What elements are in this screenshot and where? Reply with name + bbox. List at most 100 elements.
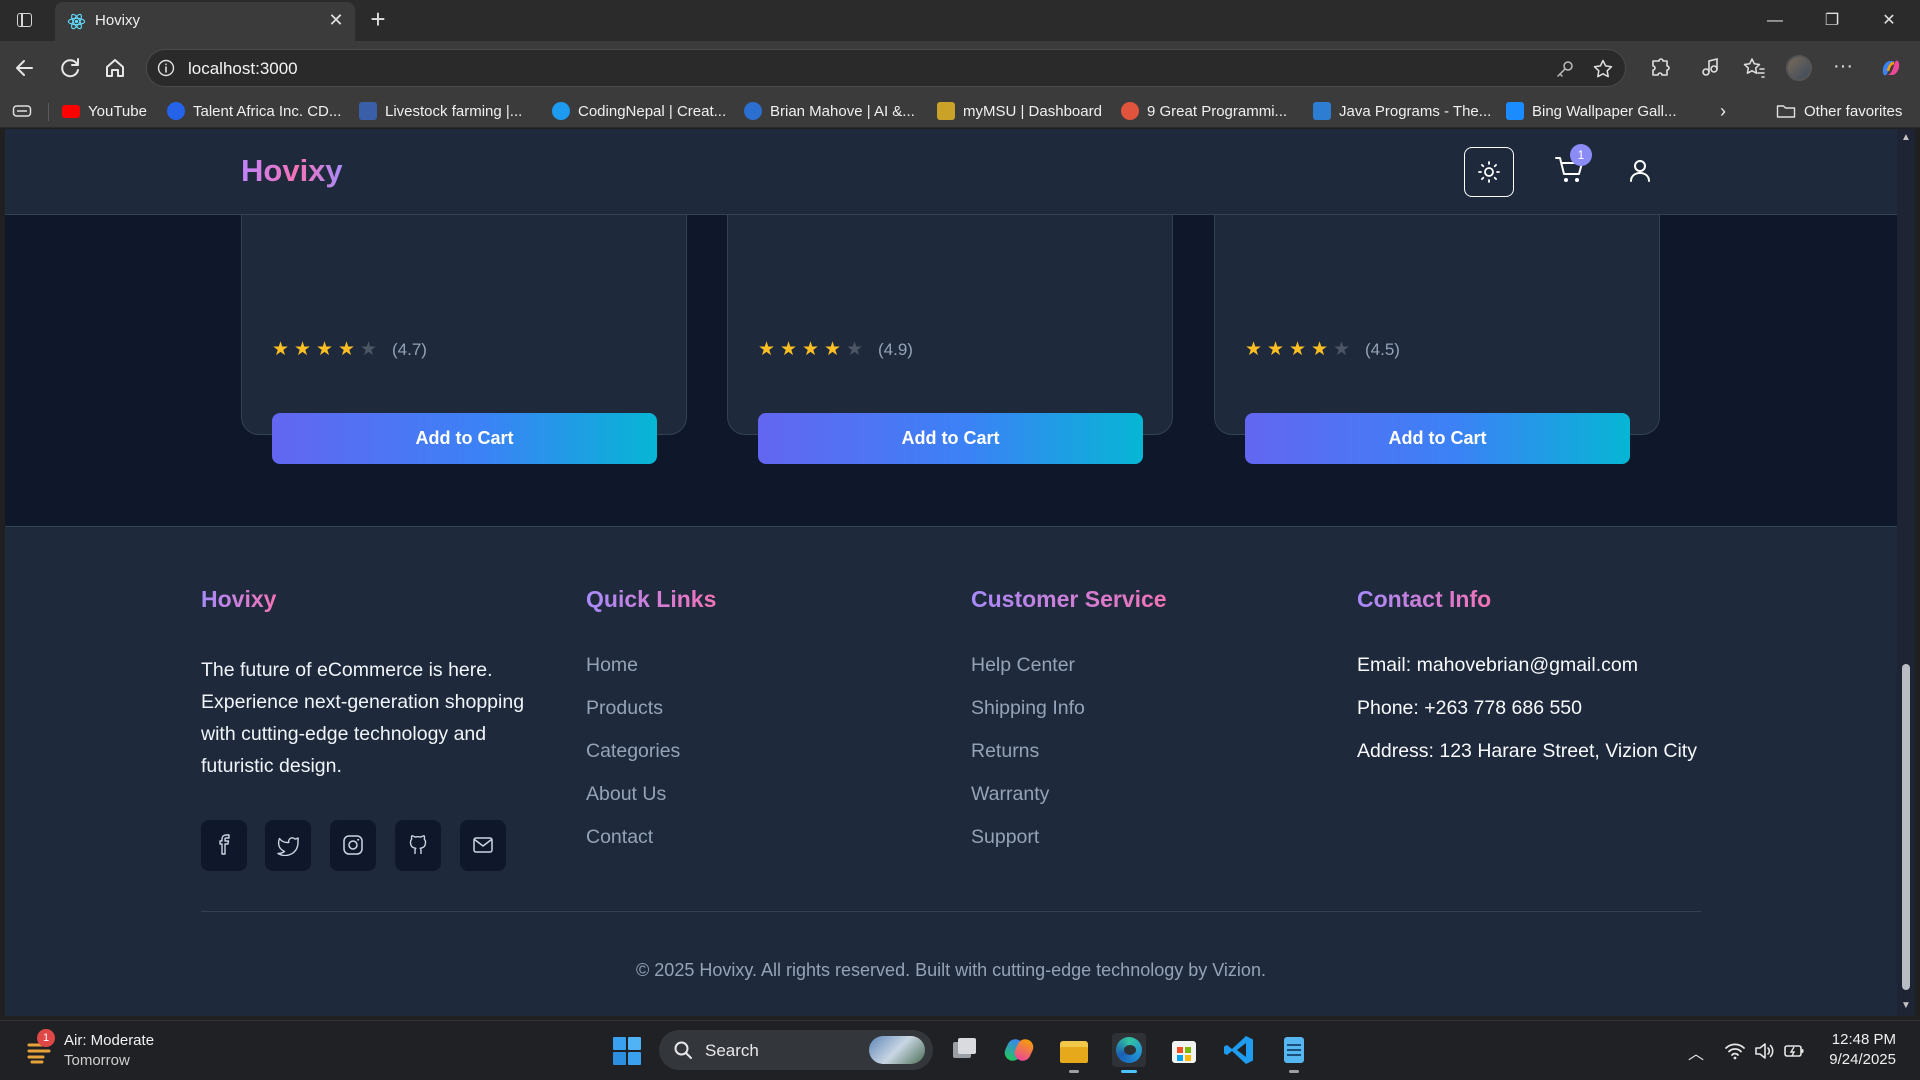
product-rating: ★ ★ ★ ★ ★ (4.9) — [758, 338, 913, 361]
edge-browser-icon[interactable] — [1112, 1033, 1146, 1073]
twitter-button[interactable] — [265, 820, 311, 871]
star-icon: ★ — [824, 339, 842, 360]
folder-icon — [1776, 105, 1796, 118]
bookmark-programming[interactable]: 9 Great Programmi... — [1121, 101, 1287, 121]
footer-link-help-center[interactable]: Help Center — [971, 654, 1085, 697]
bookmark-java-programs[interactable]: Java Programs - The... — [1313, 101, 1491, 121]
refresh-icon[interactable] — [55, 53, 85, 83]
footer-link-products[interactable]: Products — [586, 697, 680, 740]
add-to-cart-button[interactable]: Add to Cart — [272, 413, 657, 464]
footer-link-contact[interactable]: Contact — [586, 826, 680, 869]
wifi-icon[interactable] — [1724, 1040, 1746, 1062]
scrollbar-thumb[interactable] — [1902, 664, 1910, 990]
contact-email: Email: mahovebrian@gmail.com — [1357, 654, 1638, 676]
favorite-star-icon[interactable] — [1592, 58, 1614, 80]
favorites-icon[interactable] — [1741, 55, 1767, 81]
footer-link-about-us[interactable]: About Us — [586, 783, 680, 826]
contact-info: Email: mahovebrian@gmail.com Phone: +263… — [1357, 654, 1707, 783]
product-card: ★ ★ ★ ★ ★ (4.5) Add to Cart — [1214, 189, 1660, 464]
clock-date[interactable]: 9/24/2025 — [1810, 1051, 1896, 1068]
task-view-icon[interactable] — [947, 1033, 981, 1067]
talent-africa-icon — [167, 102, 185, 120]
theme-toggle-button[interactable] — [1464, 147, 1514, 197]
bookmarks-overflow-chevron-icon[interactable]: › — [1720, 101, 1726, 121]
close-window-button[interactable]: ✕ — [1861, 0, 1917, 41]
star-icon: ★ — [1289, 339, 1307, 360]
bookmark-brian-mahove[interactable]: Brian Mahove | AI &... — [744, 101, 915, 121]
home-icon[interactable] — [100, 53, 130, 83]
media-icon[interactable] — [1697, 55, 1723, 81]
page-scrollbar[interactable]: ▲ ▼ — [1897, 129, 1915, 1016]
back-icon[interactable] — [10, 53, 40, 83]
weather-notification-badge: 1 — [37, 1029, 55, 1047]
weather-status[interactable]: Air: Moderate — [64, 1032, 154, 1049]
clock-time[interactable]: 12:48 PM — [1810, 1031, 1896, 1048]
show-hidden-icons-chevron-icon[interactable]: ︿ — [1688, 1040, 1704, 1063]
product-rating: ★ ★ ★ ★ ★ (4.7) — [272, 338, 427, 361]
footer-link-support[interactable]: Support — [971, 826, 1085, 869]
tab-actions-button[interactable] — [10, 8, 38, 32]
weather-subtitle: Tomorrow — [64, 1052, 130, 1069]
bookmark-label: YouTube — [88, 102, 147, 120]
github-button[interactable] — [395, 820, 441, 871]
livestock-icon — [359, 102, 377, 120]
bookmark-mymsu[interactable]: myMSU | Dashboard — [937, 101, 1102, 121]
bookmark-label: CodingNepal | Creat... — [578, 102, 727, 120]
minimize-button[interactable]: — — [1747, 0, 1803, 41]
browser-tab-active[interactable]: Hovixy ✕ — [55, 2, 355, 41]
add-to-cart-button[interactable]: Add to Cart — [758, 413, 1143, 464]
facebook-button[interactable] — [201, 820, 247, 871]
profile-avatar[interactable] — [1786, 55, 1812, 81]
notepad-icon[interactable] — [1277, 1033, 1311, 1073]
key-icon[interactable] — [1554, 58, 1576, 80]
add-to-cart-button[interactable]: Add to Cart — [1245, 413, 1630, 464]
restore-button[interactable]: ❐ — [1804, 0, 1860, 41]
email-button[interactable] — [460, 820, 506, 871]
scroll-down-arrow-icon[interactable]: ▼ — [1900, 1001, 1912, 1011]
bookmark-livestock[interactable]: Livestock farming |... — [359, 101, 522, 121]
address-bar[interactable]: localhost:3000 — [146, 49, 1626, 87]
battery-charging-icon[interactable] — [1783, 1040, 1805, 1062]
more-options-icon[interactable]: ··· — [1830, 55, 1856, 81]
reading-list-icon[interactable] — [12, 103, 32, 119]
footer-link-returns[interactable]: Returns — [971, 740, 1085, 783]
bookmark-label: Java Programs - The... — [1339, 102, 1492, 120]
volume-icon[interactable] — [1753, 1040, 1775, 1062]
site-info-icon[interactable] — [157, 59, 175, 77]
github-icon — [409, 835, 427, 854]
bookmark-talent-africa[interactable]: Talent Africa Inc. CD... — [167, 101, 341, 121]
copilot-app-icon[interactable] — [1002, 1033, 1036, 1067]
footer-link-home[interactable]: Home — [586, 654, 680, 697]
star-icon: ★ — [316, 339, 334, 360]
other-favorites-folder[interactable]: Other favorites — [1776, 101, 1902, 121]
user-icon[interactable] — [1625, 156, 1655, 186]
bookmark-codingnepal[interactable]: CodingNepal | Creat... — [552, 101, 726, 121]
vscode-icon[interactable] — [1222, 1033, 1256, 1067]
scroll-up-arrow-icon[interactable]: ▲ — [1900, 133, 1912, 143]
quick-links-list: Home Products Categories About Us Contac… — [586, 654, 680, 869]
windows-taskbar: 1 Air: Moderate Tomorrow Search ︿ 12:48 … — [0, 1020, 1920, 1080]
product-rating: ★ ★ ★ ★ ★ (4.5) — [1245, 338, 1400, 361]
new-tab-button[interactable]: + — [364, 6, 392, 34]
site-logo[interactable]: Hovixy — [241, 153, 343, 189]
footer-customer-service-title: Customer Service — [971, 586, 1167, 612]
microsoft-store-icon[interactable] — [1167, 1033, 1201, 1067]
bookmark-youtube[interactable]: YouTube — [62, 101, 147, 121]
star-empty-icon: ★ — [1333, 339, 1351, 360]
bookmark-bing-wallpaper[interactable]: Bing Wallpaper Gall... — [1506, 101, 1677, 121]
youtube-icon — [62, 104, 80, 118]
copilot-icon[interactable] — [1878, 55, 1904, 81]
taskbar-search[interactable]: Search — [659, 1030, 933, 1070]
windows-start-icon[interactable] — [612, 1036, 642, 1066]
extensions-icon[interactable] — [1647, 55, 1673, 81]
star-icon: ★ — [780, 339, 798, 360]
file-explorer-icon[interactable] — [1057, 1033, 1091, 1073]
tab-close-icon[interactable]: ✕ — [325, 9, 347, 31]
instagram-button[interactable] — [330, 820, 376, 871]
footer-link-warranty[interactable]: Warranty — [971, 783, 1085, 826]
footer-link-shipping-info[interactable]: Shipping Info — [971, 697, 1085, 740]
mail-icon — [473, 837, 493, 853]
other-favorites-label: Other favorites — [1804, 102, 1903, 120]
footer-link-categories[interactable]: Categories — [586, 740, 680, 783]
star-empty-icon: ★ — [360, 339, 378, 360]
